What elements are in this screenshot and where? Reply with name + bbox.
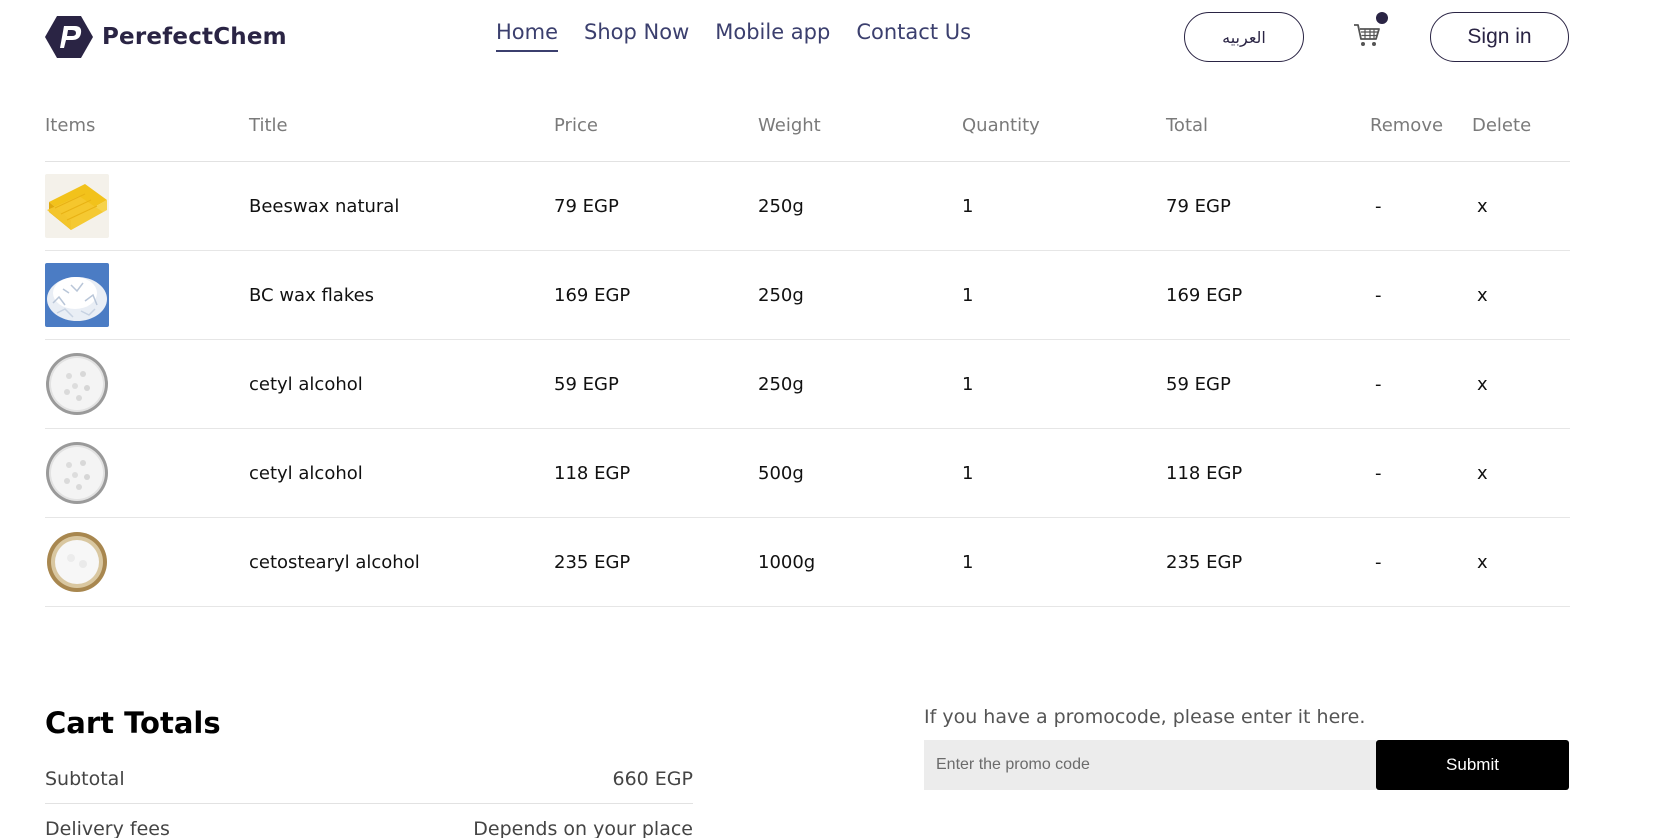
item-weight: 250g bbox=[758, 195, 804, 217]
table-row: cetyl alcohol 59 EGP 250g 1 59 EGP - x bbox=[45, 340, 1570, 429]
item-price: 59 EGP bbox=[554, 373, 619, 395]
main-nav: Home Shop Now Mobile app Contact Us bbox=[496, 20, 997, 52]
promo-submit-button[interactable]: Submit bbox=[1376, 740, 1569, 790]
subtotal-value: 660 EGP bbox=[612, 767, 694, 790]
remove-button[interactable]: - bbox=[1375, 518, 1382, 606]
item-total: 79 EGP bbox=[1166, 195, 1231, 217]
item-title: cetyl alcohol bbox=[249, 462, 363, 484]
promo-label: If you have a promocode, please enter it… bbox=[924, 706, 1366, 728]
brand-logo[interactable]: PerefectChem bbox=[44, 14, 287, 60]
item-total: 169 EGP bbox=[1166, 284, 1243, 306]
site-header: PerefectChem Home Shop Now Mobile app Co… bbox=[0, 0, 1667, 80]
delivery-row: Delivery fees Depends on your place bbox=[45, 804, 693, 838]
nav-contact-us[interactable]: Contact Us bbox=[856, 20, 971, 52]
subtotal-label: Subtotal bbox=[45, 767, 125, 790]
language-toggle-button[interactable]: العربيه bbox=[1184, 12, 1304, 62]
beeswax-image[interactable] bbox=[45, 174, 109, 238]
item-title: BC wax flakes bbox=[249, 284, 375, 306]
cetyl-alcohol-image[interactable] bbox=[45, 352, 109, 416]
table-row: Beeswax natural 79 EGP 250g 1 79 EGP - x bbox=[45, 162, 1570, 251]
header-price: Price bbox=[554, 115, 598, 136]
shopping-cart-icon bbox=[1354, 24, 1380, 46]
header-remove: Remove bbox=[1370, 115, 1444, 136]
delivery-value: Depends on your place bbox=[473, 818, 693, 838]
subtotal-row: Subtotal 660 EGP bbox=[45, 754, 693, 804]
item-total: 235 EGP bbox=[1166, 551, 1243, 573]
header-title: Title bbox=[249, 115, 288, 136]
item-quantity: 1 bbox=[962, 373, 974, 395]
table-row: BC wax flakes 169 EGP 250g 1 169 EGP - x bbox=[45, 251, 1570, 340]
item-price: 118 EGP bbox=[554, 462, 631, 484]
item-title: Beeswax natural bbox=[249, 195, 400, 217]
delete-button[interactable]: x bbox=[1477, 429, 1488, 517]
table-header: Items Title Price Weight Quantity Total … bbox=[45, 105, 1570, 162]
cetostearyl-alcohol-image[interactable] bbox=[45, 530, 109, 594]
promo-form: Submit bbox=[924, 740, 1569, 790]
brand-name: PerefectChem bbox=[102, 24, 287, 50]
delete-button[interactable]: x bbox=[1477, 340, 1488, 428]
table-row: cetyl alcohol 118 EGP 500g 1 118 EGP - x bbox=[45, 429, 1570, 518]
header-total: Total bbox=[1166, 115, 1209, 136]
logo-icon bbox=[45, 16, 93, 58]
remove-button[interactable]: - bbox=[1375, 429, 1382, 517]
nav-home[interactable]: Home bbox=[496, 20, 559, 52]
remove-button[interactable]: - bbox=[1375, 251, 1382, 339]
item-total: 59 EGP bbox=[1166, 373, 1231, 395]
nav-mobile-app[interactable]: Mobile app bbox=[715, 20, 830, 52]
remove-button[interactable]: - bbox=[1375, 162, 1382, 250]
delete-button[interactable]: x bbox=[1477, 251, 1488, 339]
table-row: cetostearyl alcohol 235 EGP 1000g 1 235 … bbox=[45, 518, 1570, 607]
item-quantity: 1 bbox=[962, 195, 974, 217]
header-delete: Delete bbox=[1472, 115, 1532, 136]
item-weight: 250g bbox=[758, 373, 804, 395]
item-weight: 1000g bbox=[758, 551, 816, 573]
item-title: cetostearyl alcohol bbox=[249, 551, 420, 573]
item-total: 118 EGP bbox=[1166, 462, 1243, 484]
item-weight: 250g bbox=[758, 284, 804, 306]
item-quantity: 1 bbox=[962, 284, 974, 306]
item-quantity: 1 bbox=[962, 551, 974, 573]
item-price: 169 EGP bbox=[554, 284, 631, 306]
item-price: 235 EGP bbox=[554, 551, 631, 573]
delete-button[interactable]: x bbox=[1477, 162, 1488, 250]
cart-totals: Cart Totals Subtotal 660 EGP Delivery fe… bbox=[45, 706, 693, 838]
item-weight: 500g bbox=[758, 462, 804, 484]
delivery-label: Delivery fees bbox=[45, 818, 170, 838]
item-price: 79 EGP bbox=[554, 195, 619, 217]
remove-button[interactable]: - bbox=[1375, 340, 1382, 428]
delete-button[interactable]: x bbox=[1477, 518, 1488, 606]
nav-shop-now[interactable]: Shop Now bbox=[584, 20, 689, 52]
header-weight: Weight bbox=[758, 115, 821, 136]
promo-code-input[interactable] bbox=[924, 740, 1376, 790]
cart-table: Items Title Price Weight Quantity Total … bbox=[45, 105, 1570, 607]
cart-totals-title: Cart Totals bbox=[45, 706, 221, 740]
cart-badge-dot bbox=[1376, 12, 1388, 24]
cetyl-alcohol-image[interactable] bbox=[45, 441, 109, 505]
item-quantity: 1 bbox=[962, 462, 974, 484]
header-quantity: Quantity bbox=[962, 115, 1040, 136]
sign-in-button[interactable]: Sign in bbox=[1430, 12, 1569, 62]
cart-button[interactable] bbox=[1352, 12, 1388, 50]
header-items: Items bbox=[45, 115, 96, 136]
promo-section: If you have a promocode, please enter it… bbox=[924, 706, 1569, 790]
item-title: cetyl alcohol bbox=[249, 373, 363, 395]
wax-flakes-image[interactable] bbox=[45, 263, 109, 327]
